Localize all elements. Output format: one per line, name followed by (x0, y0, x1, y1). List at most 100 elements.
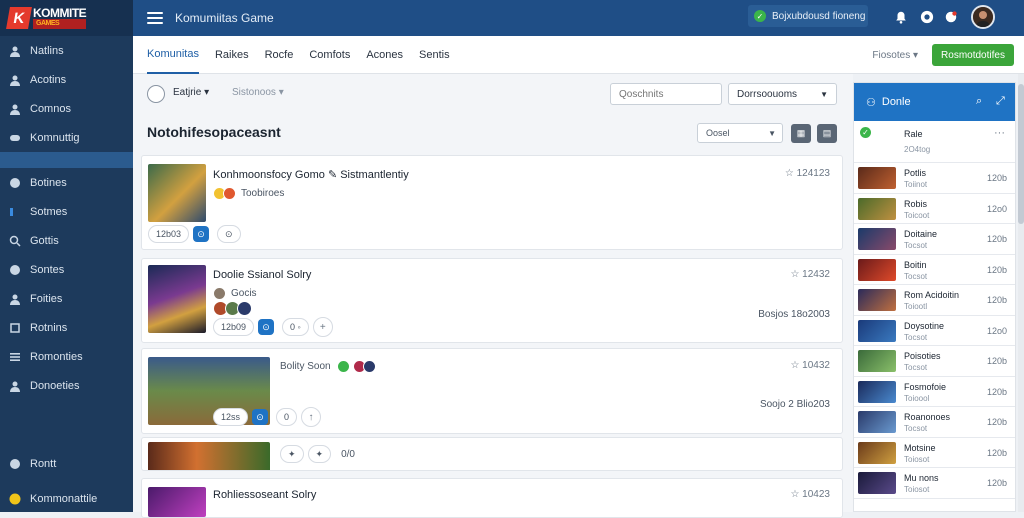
post-thumbnail[interactable] (148, 164, 206, 222)
scrollbar-thumb[interactable] (1018, 84, 1024, 224)
post-title[interactable]: Rohliessoseant Solry (213, 489, 316, 501)
post-card[interactable]: Konhmoonsfocy Gomo ✎ Sistmantlentiy ☆ 12… (141, 155, 843, 250)
search-icon[interactable]: ⌕ (976, 95, 988, 107)
right-panel-item[interactable]: Roanonoes Tocsot 120b (854, 407, 1015, 438)
more-icon[interactable]: ··· (994, 127, 1005, 139)
refresh-icon[interactable] (147, 85, 165, 103)
right-panel-title: Donle (881, 96, 911, 108)
share-icon[interactable]: ↑ (301, 407, 322, 427)
tab-3[interactable]: Comfots (309, 36, 350, 74)
sidebar-item-1[interactable]: Acotins (0, 65, 133, 94)
sidebar-item-6[interactable]: Gottis (0, 226, 133, 255)
filter-dropdown-1[interactable]: Eatjrie ▾ (173, 87, 209, 98)
right-panel-item[interactable]: Potlis Toiinot 120b (854, 163, 1015, 194)
post-meta: ☆ 10423 (790, 489, 830, 500)
main-content: Eatjrie ▾ Sistonoos ▾ Dorrsoouoms▼ Notoh… (133, 74, 853, 518)
reaction-chip[interactable]: 0 (276, 408, 298, 426)
item-name: Boitin (904, 259, 927, 270)
post-card[interactable]: Doolie Ssianol Solry ☆ 12432 Gocis 12b09… (141, 258, 843, 343)
tabs-right-dropdown[interactable]: Fiosotes ▾ (872, 50, 918, 61)
right-panel-header: ⚇ Donle ⌕ ⤢ (854, 83, 1015, 121)
list-view-button[interactable]: ▤ (817, 124, 837, 143)
sidebar-nav-primary: Natlins Acotins Comnos Komnuttig (0, 36, 133, 168)
filter-select[interactable]: Dorrsoouoms ▼ (728, 83, 837, 105)
sidebar-item-label: Foities (30, 292, 63, 305)
post-card[interactable]: ✦ ✦ 0/0 (141, 437, 843, 471)
item-sub: Toicoot (904, 210, 930, 220)
right-panel-item[interactable]: Mu nons Toiosot 120b (854, 468, 1015, 499)
right-panel-item[interactable]: Motsine Toiosot 120b (854, 438, 1015, 468)
list-icon (9, 351, 21, 363)
right-panel-item[interactable]: Fosmofoie Toioool 120b (854, 377, 1015, 407)
sidebar-item-4[interactable]: Botines (0, 168, 133, 197)
post-thumbnail[interactable] (148, 487, 206, 517)
sort-select[interactable]: Oosel ▼ (697, 123, 783, 143)
post-thumbnail[interactable] (148, 265, 206, 333)
right-panel-first-item[interactable]: ✓ Rale 2O4tog ··· (854, 121, 1015, 163)
reaction-chip[interactable]: ✦ (280, 445, 304, 463)
tab-1[interactable]: Raikes (215, 36, 249, 74)
post-card[interactable]: Bolity Soon ☆ 10432 12ss ⊙ 0 ↑ Soojo 2 B… (141, 348, 843, 434)
sidebar-item-8[interactable]: Foities (0, 284, 133, 313)
post-title[interactable]: Konhmoonsfocy Gomo ✎ Sistmantlentiy (213, 168, 409, 181)
item-sub: Toiosot (904, 485, 930, 494)
item-value: 120b (986, 478, 1007, 488)
tab-0[interactable]: Komunitas (147, 36, 199, 74)
page-scrollbar[interactable] (1018, 74, 1024, 512)
menu-icon[interactable] (147, 12, 163, 24)
logo[interactable]: K KOMMITE GAMES (0, 0, 133, 36)
tab-2[interactable]: Rocfe (265, 36, 294, 74)
item-sub: Toiinot (904, 180, 928, 189)
right-panel-item[interactable]: Rom Acidoitin Toiootl 120b (854, 285, 1015, 316)
comment-icon[interactable]: ⊙ (193, 226, 210, 242)
post-title[interactable]: Doolie Ssianol Solry (213, 269, 311, 281)
user-avatar[interactable] (971, 5, 995, 29)
circle-icon (9, 458, 21, 470)
post-thumbnail[interactable] (148, 442, 270, 470)
sidebar-item-0[interactable]: Natlins (0, 36, 133, 65)
search-input[interactable] (610, 83, 722, 105)
count-chip[interactable]: 12ss (213, 408, 249, 426)
tab-5[interactable]: Sentis (419, 36, 450, 74)
bell-icon[interactable] (893, 9, 909, 25)
reaction-chip[interactable]: 0 ◦ (282, 318, 309, 336)
sidebar-item-11[interactable]: Donoeties (0, 371, 133, 400)
sidebar-item-active-bar[interactable] (0, 152, 133, 168)
sidebar-item-13[interactable]: Kommonattile (0, 484, 133, 513)
count-chip[interactable]: 12b09 (213, 318, 255, 336)
check-icon: ✓ (754, 10, 766, 22)
post-card[interactable]: Rohliessoseant Solry ☆ 10423 (141, 478, 843, 518)
add-icon[interactable]: + (312, 317, 333, 337)
right-panel-item[interactable]: Doysotine Tocsot 12o0 (854, 316, 1015, 346)
item-sub: Toioool (904, 393, 930, 403)
reaction-chip[interactable]: ⊙ (217, 225, 241, 243)
right-panel-item[interactable]: Doitaine Tocsot 120b (854, 224, 1015, 255)
count-chip[interactable]: 12b03 (148, 225, 190, 243)
sidebar-item-7[interactable]: Sontes (0, 255, 133, 284)
sidebar-item-12[interactable]: Rontt (0, 449, 133, 478)
sidebar-item-5[interactable]: Sotmes (0, 197, 133, 226)
tab-4[interactable]: Acones (366, 36, 403, 74)
right-panel-item-sub: 2O4tog (904, 145, 931, 154)
filter-dropdown-2[interactable]: Sistonoos ▾ (232, 87, 284, 98)
right-panel-item[interactable]: Boitin Tocsot 120b (854, 255, 1015, 285)
right-panel-item[interactable]: Poisoties Tocsot 120b (854, 346, 1015, 377)
sidebar-item-2[interactable]: Comnos (0, 94, 133, 123)
reaction-chip[interactable]: ✦ (307, 445, 332, 463)
comment-icon[interactable]: ⊙ (252, 409, 269, 425)
sidebar-item-9[interactable]: Rotnins (0, 313, 133, 342)
settings-icon[interactable] (943, 9, 959, 25)
item-name: Poisoties (904, 351, 941, 361)
item-value: 12o0 (986, 203, 1007, 214)
comment-icon[interactable]: ⊙ (258, 319, 275, 335)
sidebar-item-10[interactable]: Romonties (0, 342, 133, 371)
square-icon (9, 206, 21, 218)
help-icon[interactable] (919, 9, 935, 25)
primary-action-button[interactable]: Rosmotdotifes (932, 44, 1014, 66)
avatar (362, 360, 376, 373)
sidebar-item-3[interactable]: Komnuttig (0, 123, 133, 152)
status-pill[interactable]: ✓ Bojxubdousd fioneng (748, 5, 868, 27)
right-panel-item[interactable]: Robis Toicoot 12o0 (854, 194, 1015, 224)
expand-icon[interactable]: ⤢ (996, 95, 1008, 107)
grid-view-button[interactable]: ▦ (791, 124, 811, 143)
